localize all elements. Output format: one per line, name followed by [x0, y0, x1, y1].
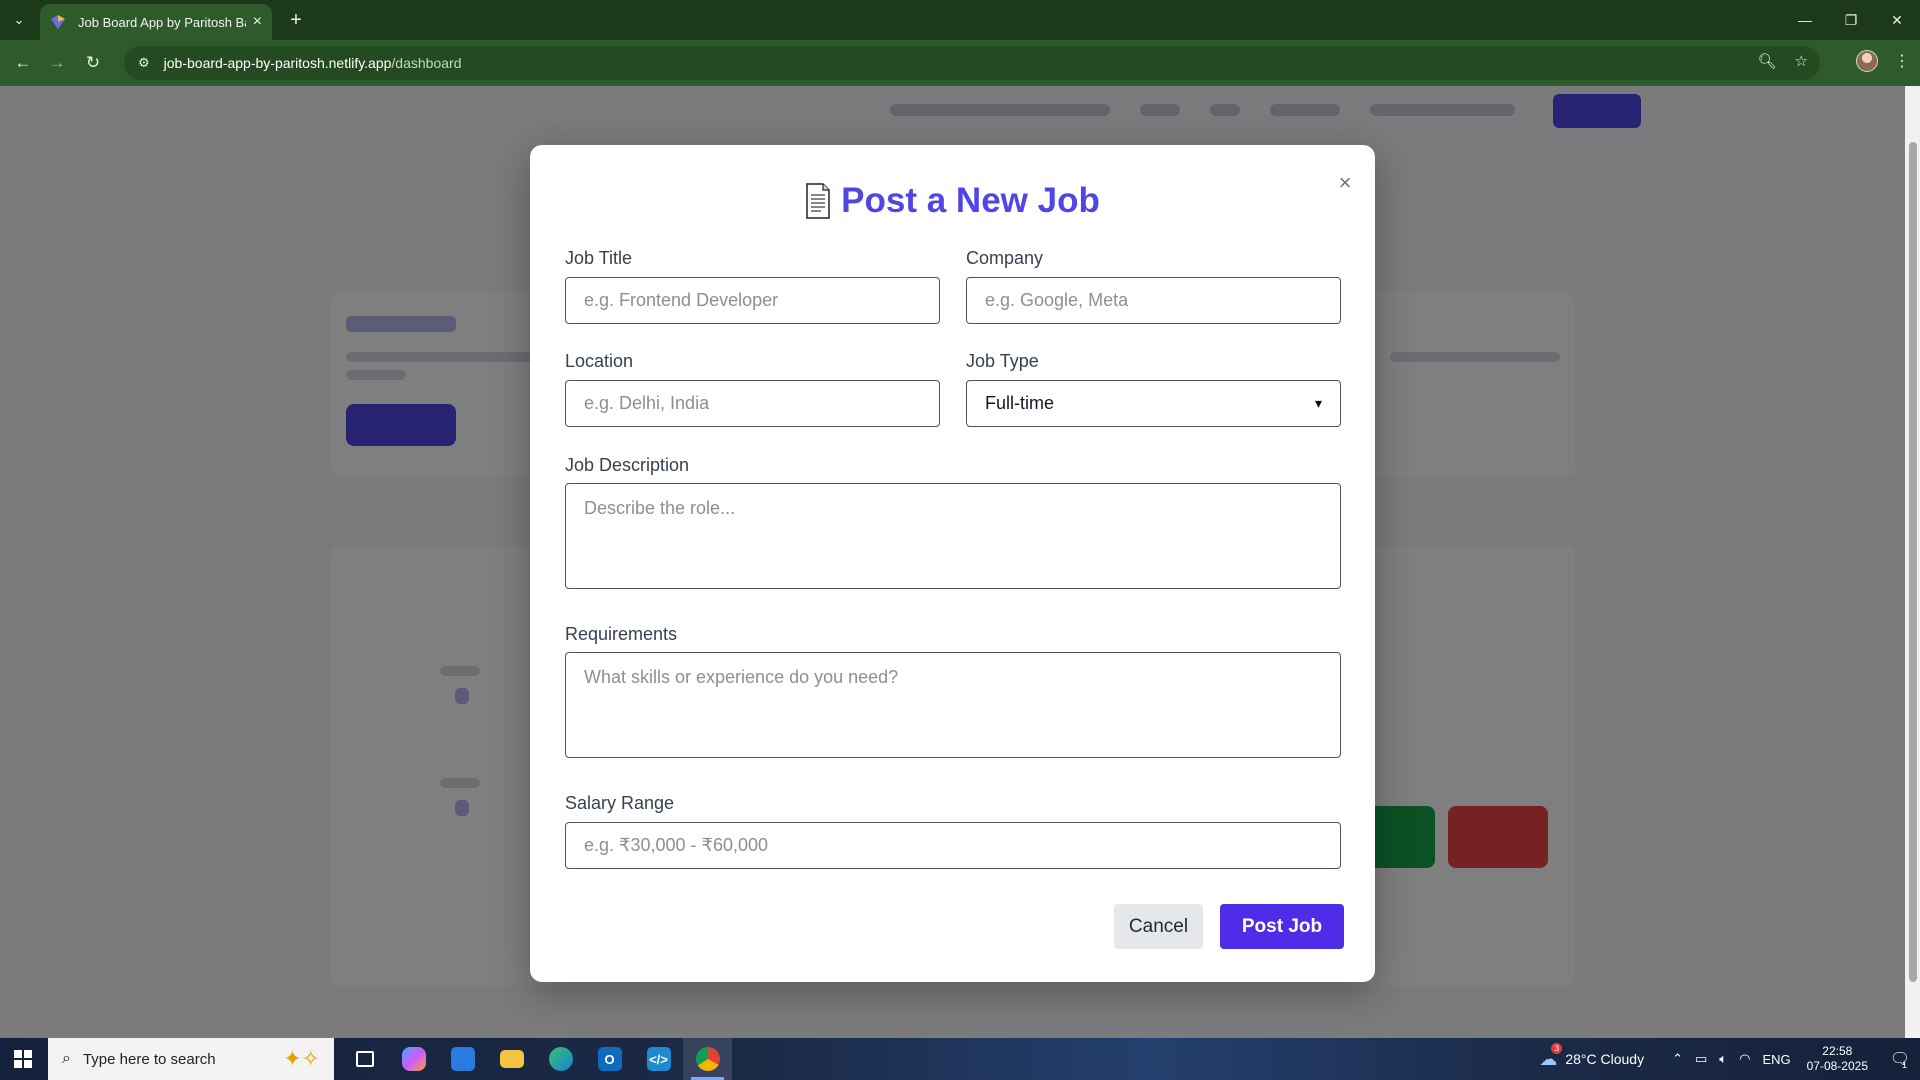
search-highlight-sparkle-icon: ✦✧ [283, 1046, 320, 1071]
outlook-icon[interactable]: O [585, 1038, 634, 1080]
window-controls: — ❐ ✕ [1782, 0, 1920, 40]
chrome-icon[interactable] [683, 1038, 732, 1080]
browser-menu-icon[interactable]: ⋮ [1894, 51, 1910, 71]
tab-close-icon[interactable]: × [253, 13, 262, 31]
page-scrollbar[interactable] [1905, 86, 1920, 1038]
task-view-icon[interactable] [340, 1038, 389, 1080]
modal-title: Post a New Job [530, 181, 1375, 221]
weather-badge: 3 [1551, 1042, 1563, 1054]
back-arrow-icon[interactable]: ← [10, 50, 36, 76]
salary-range-input[interactable] [565, 822, 1341, 869]
browser-tab-active[interactable]: Job Board App by Paritosh Bar × [40, 4, 272, 40]
company-label: Company [966, 248, 1044, 268]
microsoft-store-icon[interactable] [438, 1038, 487, 1080]
post-job-modal: × Post a New Job Job Title Company Locat… [530, 145, 1375, 982]
address-bar[interactable]: ⚙ job-board-app-by-paritosh.netlify.app /… [124, 46, 1820, 80]
chevron-down-icon: ▾ [1314, 395, 1322, 411]
salary-range-label: Salary Range [565, 793, 675, 813]
location-label: Location [565, 351, 634, 371]
job-title-input[interactable] [565, 277, 940, 324]
copilot-icon[interactable] [389, 1038, 438, 1080]
bookmark-star-icon[interactable]: ☆ [1795, 52, 1808, 70]
system-tray: ☁ 3 28°C Cloudy ⌃ ▭ 🔈︎ ◠ ENG 22:58 07-08-… [1539, 1038, 1920, 1080]
wifi-icon[interactable]: ◠ [1739, 1051, 1750, 1067]
show-hidden-icons-chevron-icon[interactable]: ⌃ [1672, 1051, 1683, 1067]
company-input[interactable] [966, 277, 1341, 324]
document-icon [806, 183, 830, 219]
tab-title: Job Board App by Paritosh Bar [78, 14, 246, 30]
meet-now-icon[interactable]: ▭ [1695, 1051, 1707, 1067]
job-type-selected-value: Full-time [985, 393, 1055, 413]
cloud-weather-icon: ☁ 3 [1539, 1042, 1563, 1070]
vscode-icon[interactable]: </> [634, 1038, 683, 1080]
taskbar-search-placeholder: Type here to search [82, 1050, 216, 1068]
restore-icon[interactable]: ❐ [1828, 0, 1874, 40]
browser-tab-bar: ⌄ Job Board App by Paritosh Bar × + — ❐ … [0, 0, 1920, 40]
job-type-select[interactable]: Full-time ▾ [966, 380, 1341, 427]
job-description-label: Job Description [565, 455, 690, 475]
clock-time: 22:58 [1822, 1044, 1853, 1058]
taskbar-apps: O </> [340, 1038, 732, 1080]
job-description-textarea[interactable] [565, 483, 1341, 589]
taskbar-search-box[interactable]: ⌕ Type here to search ✦✧ [48, 1038, 334, 1080]
windows-logo-icon [14, 1050, 32, 1068]
notification-count: 1 [1902, 1060, 1908, 1070]
edge-browser-icon[interactable] [536, 1038, 585, 1080]
url-host: job-board-app-by-paritosh.netlify.app [163, 55, 392, 71]
windows-taskbar: ⌕ Type here to search ✦✧ O </> ☁ 3 28°C C… [0, 1038, 1920, 1080]
location-input[interactable] [565, 380, 940, 427]
tab-search-chevron-icon[interactable]: ⌄ [6, 8, 32, 32]
zoom-icon[interactable]: 🔍︎ [1758, 52, 1777, 70]
job-type-label: Job Type [966, 351, 1039, 371]
weather-widget[interactable]: ☁ 3 28°C Cloudy [1539, 1042, 1645, 1070]
scrollbar-thumb[interactable] [1909, 142, 1917, 982]
start-button[interactable] [0, 1038, 46, 1080]
requirements-textarea[interactable] [565, 652, 1341, 758]
cancel-button[interactable]: Cancel [1114, 904, 1203, 949]
reload-icon[interactable]: ↻ [80, 50, 106, 76]
language-indicator[interactable]: ENG [1762, 1052, 1790, 1067]
requirements-label: Requirements [565, 624, 678, 644]
site-favicon-icon [51, 15, 65, 29]
browser-toolbar: ← → ↻ ⚙ job-board-app-by-paritosh.netlif… [0, 40, 1920, 86]
url-path: /dashboard [391, 55, 462, 71]
forward-arrow-icon[interactable]: → [44, 50, 70, 76]
file-explorer-icon[interactable] [487, 1038, 536, 1080]
profile-avatar[interactable] [1856, 50, 1878, 72]
clock[interactable]: 22:58 07-08-2025 [1807, 1044, 1868, 1074]
notification-center-icon[interactable]: 🗨︎ 1 [1880, 1038, 1920, 1080]
new-tab-plus-icon[interactable]: + [282, 8, 310, 32]
search-icon: ⌕ [62, 1050, 71, 1067]
weather-text: 28°C Cloudy [1565, 1051, 1645, 1067]
clock-date: 07-08-2025 [1806, 1059, 1868, 1073]
post-job-button[interactable]: Post Job [1220, 904, 1344, 949]
site-settings-icon[interactable]: ⚙ [138, 55, 150, 71]
minimize-icon[interactable]: — [1782, 0, 1828, 40]
job-title-label: Job Title [565, 248, 633, 268]
modal-title-text: Post a New Job [841, 181, 1100, 220]
close-window-icon[interactable]: ✕ [1874, 0, 1920, 40]
volume-icon[interactable]: 🔈︎ [1719, 1051, 1727, 1067]
